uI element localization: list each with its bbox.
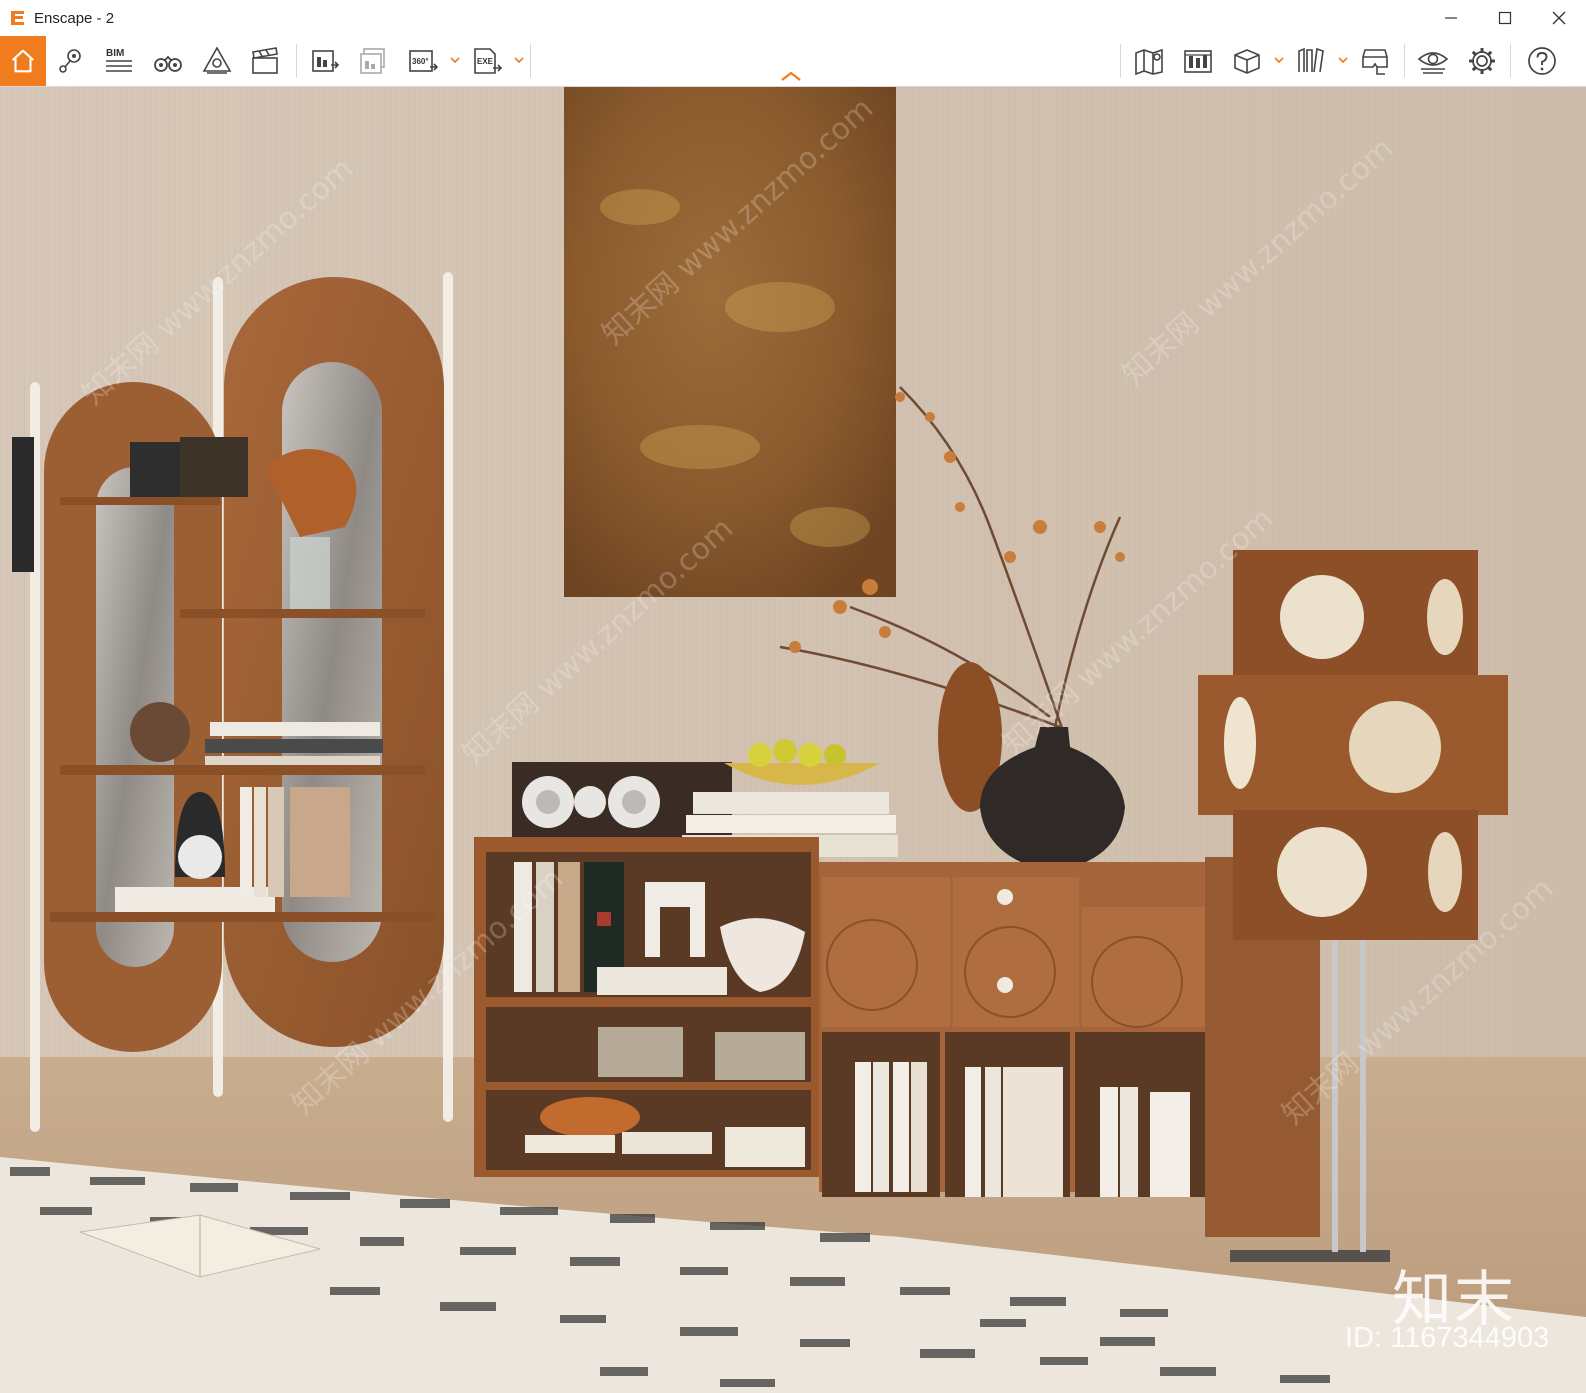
- eye-visibility-button[interactable]: [1412, 40, 1454, 82]
- minimize-button[interactable]: [1424, 0, 1478, 36]
- cube-view-dropdown-button[interactable]: [1272, 50, 1286, 70]
- window-controls: [1424, 0, 1586, 36]
- vr-headset-button[interactable]: [1354, 40, 1396, 82]
- library-dropdown-button[interactable]: [1336, 50, 1350, 70]
- batch-render-button[interactable]: [352, 40, 394, 82]
- video-editor-button[interactable]: [244, 40, 286, 82]
- wall-frame: [12, 437, 34, 572]
- toolbar-separator: [1510, 44, 1511, 78]
- settings-button[interactable]: [1461, 40, 1503, 82]
- chevron-down-icon: [1274, 57, 1284, 64]
- close-icon: [1552, 11, 1566, 25]
- close-button[interactable]: [1532, 0, 1586, 36]
- render-viewport[interactable]: 知末网 www.znzmo.com 知末网 www.znzmo.com 知末网 …: [0, 87, 1586, 1393]
- panorama-360-button[interactable]: 360°: [402, 40, 444, 82]
- visual-settings-icon: [1184, 50, 1212, 73]
- library-books-icon: [1298, 47, 1324, 73]
- image-id-watermark: ID: 1167344903: [1345, 1322, 1550, 1354]
- minimize-icon: [1445, 17, 1457, 19]
- visual-settings-button[interactable]: [1177, 40, 1219, 82]
- eye-visibility-icon: [1417, 52, 1449, 74]
- bim-label: BIM: [106, 48, 124, 59]
- exe-dropdown-button[interactable]: [512, 50, 526, 70]
- toolbar-separator: [296, 44, 297, 78]
- window-title: Enscape - 2: [34, 9, 115, 27]
- exe-export-button[interactable]: EXE: [466, 40, 508, 82]
- chevron-down-icon: [514, 57, 524, 64]
- maximize-icon: [1498, 11, 1512, 25]
- asset-library-icon: [202, 46, 232, 74]
- bim-icon: BIM: [106, 48, 132, 72]
- exe-label: EXE: [477, 57, 494, 66]
- help-icon: [1528, 47, 1556, 75]
- main-toolbar: BIM 360° EXE: [0, 36, 1586, 87]
- collapse-toolbar-button[interactable]: [776, 68, 806, 84]
- cube-view-button[interactable]: [1226, 40, 1268, 82]
- bim-button[interactable]: BIM: [98, 40, 140, 82]
- screenshot-icon: [312, 50, 340, 72]
- asset-library-button[interactable]: [196, 40, 238, 82]
- sideboard-cabinet: [474, 837, 1320, 1237]
- toolbar-separator: [530, 44, 531, 78]
- binoculars-button[interactable]: [147, 40, 189, 82]
- chevron-down-icon: [450, 57, 460, 64]
- toolbar-separator: [1404, 44, 1405, 78]
- panorama-360-icon: 360°: [409, 50, 439, 72]
- settings-gear-icon: [1469, 48, 1495, 74]
- library-books-button[interactable]: [1290, 40, 1332, 82]
- panorama-360-label: 360°: [412, 57, 429, 66]
- map-view-icon: [1135, 48, 1163, 76]
- help-button[interactable]: [1521, 40, 1563, 82]
- map-view-button[interactable]: [1128, 40, 1170, 82]
- batch-render-icon: [360, 48, 385, 74]
- binoculars-icon: [154, 55, 182, 72]
- screenshot-button[interactable]: [304, 40, 346, 82]
- home-icon: [11, 49, 35, 73]
- title-bar: Enscape - 2: [0, 0, 1586, 36]
- maximize-button[interactable]: [1478, 0, 1532, 36]
- geo-location-icon: [59, 49, 81, 73]
- enscape-logo-icon: [11, 11, 24, 25]
- exe-export-icon: EXE: [474, 48, 503, 74]
- toolbar-separator: [1120, 44, 1121, 78]
- geo-location-button[interactable]: [50, 40, 92, 82]
- panorama-dropdown-button[interactable]: [448, 50, 462, 70]
- chevron-up-icon: [781, 71, 801, 81]
- chevron-down-icon: [1338, 57, 1348, 64]
- video-editor-icon: [252, 47, 278, 74]
- cube-view-icon: [1234, 49, 1260, 74]
- home-button[interactable]: [0, 36, 46, 86]
- vr-headset-icon: [1362, 49, 1388, 75]
